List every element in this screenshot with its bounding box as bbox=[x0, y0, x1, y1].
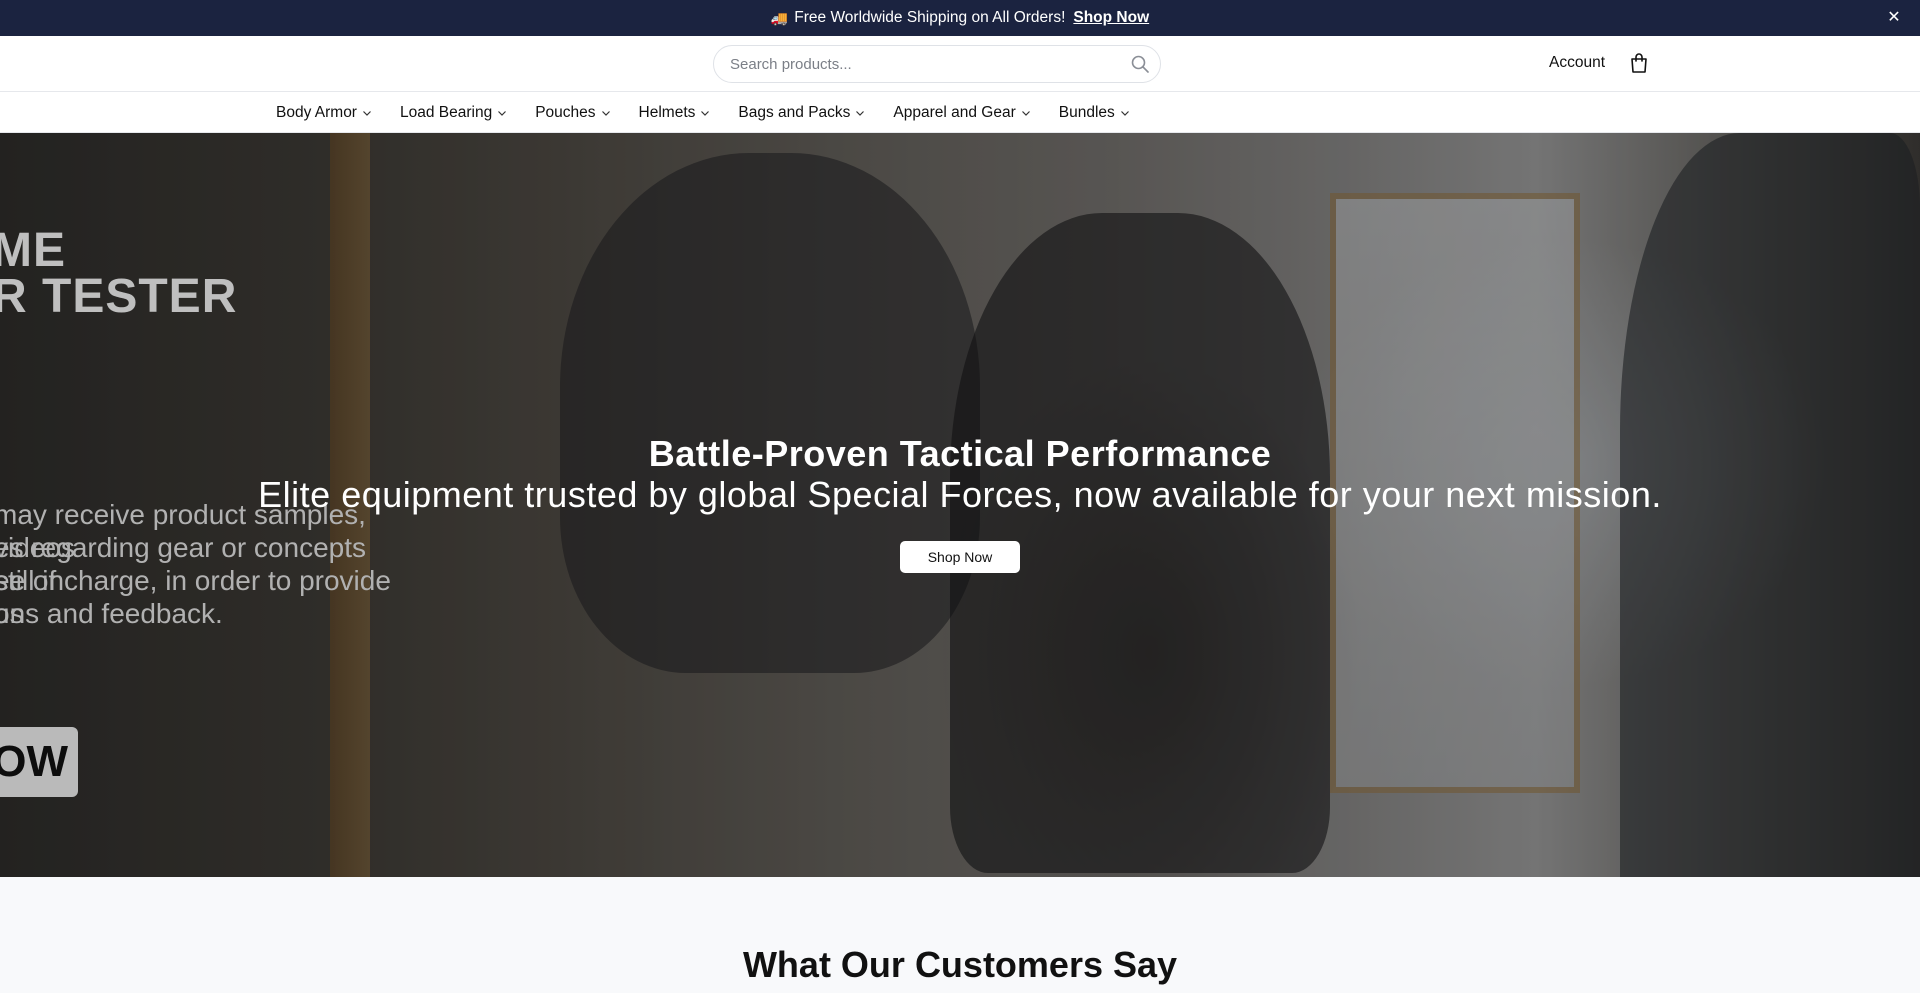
nav-item-label: Pouches bbox=[535, 103, 596, 121]
site-header: Account bbox=[0, 36, 1920, 92]
hero-banner: ME R TESTER may receive product samples,… bbox=[0, 133, 1920, 877]
chevron-down-icon bbox=[601, 110, 610, 116]
hero-subtitle: Elite equipment trusted by global Specia… bbox=[258, 474, 1662, 515]
nav-item-pouches[interactable]: Pouches bbox=[535, 104, 610, 122]
shopping-bag-icon[interactable] bbox=[1629, 52, 1649, 74]
chevron-down-icon bbox=[701, 110, 710, 116]
search-bar bbox=[713, 45, 1161, 83]
announcement-shop-now-link[interactable]: Shop Now bbox=[1073, 9, 1149, 27]
nav-item-load-bearing[interactable]: Load Bearing bbox=[400, 104, 507, 122]
nav-item-bags-and-packs[interactable]: Bags and Packs bbox=[738, 104, 865, 122]
nav-item-label: Load Bearing bbox=[399, 103, 493, 121]
search-icon[interactable] bbox=[1130, 54, 1150, 74]
nav-item-label: Bags and Packs bbox=[738, 103, 851, 121]
main-nav: Body Armor Load Bearing Pouches Helmets … bbox=[0, 92, 1920, 133]
nav-item-helmets[interactable]: Helmets bbox=[639, 104, 711, 122]
testimonials-title: What Our Customers Say bbox=[742, 944, 1178, 985]
chevron-down-icon bbox=[363, 110, 371, 116]
nav-item-bundles[interactable]: Bundles bbox=[1059, 104, 1130, 122]
truck-icon: 🚚 bbox=[770, 9, 789, 26]
chevron-down-icon bbox=[1120, 110, 1129, 116]
nav-item-label: Body Armor bbox=[276, 103, 357, 121]
announcement-text: Free Worldwide Shipping on All Orders! bbox=[794, 9, 1066, 26]
account-link[interactable]: Account bbox=[1549, 54, 1605, 72]
nav-item-body-armor[interactable]: Body Armor bbox=[276, 104, 372, 122]
hero-shop-now-button[interactable]: Shop Now bbox=[900, 541, 1020, 573]
announcement-bar: 🚚 Free Worldwide Shipping on All Orders!… bbox=[0, 0, 1920, 36]
nav-item-label: Apparel and Gear bbox=[893, 103, 1016, 121]
nav-item-apparel-and-gear[interactable]: Apparel and Gear bbox=[893, 104, 1030, 122]
close-icon[interactable]: ✕ bbox=[1884, 8, 1904, 28]
chevron-down-icon bbox=[498, 110, 507, 116]
hero-title: Battle-Proven Tactical Performance bbox=[648, 433, 1272, 474]
chevron-down-icon bbox=[856, 110, 865, 116]
chevron-down-icon bbox=[1021, 110, 1030, 116]
search-input[interactable] bbox=[730, 46, 1110, 82]
nav-item-label: Helmets bbox=[638, 103, 696, 121]
nav-item-label: Bundles bbox=[1058, 103, 1115, 121]
